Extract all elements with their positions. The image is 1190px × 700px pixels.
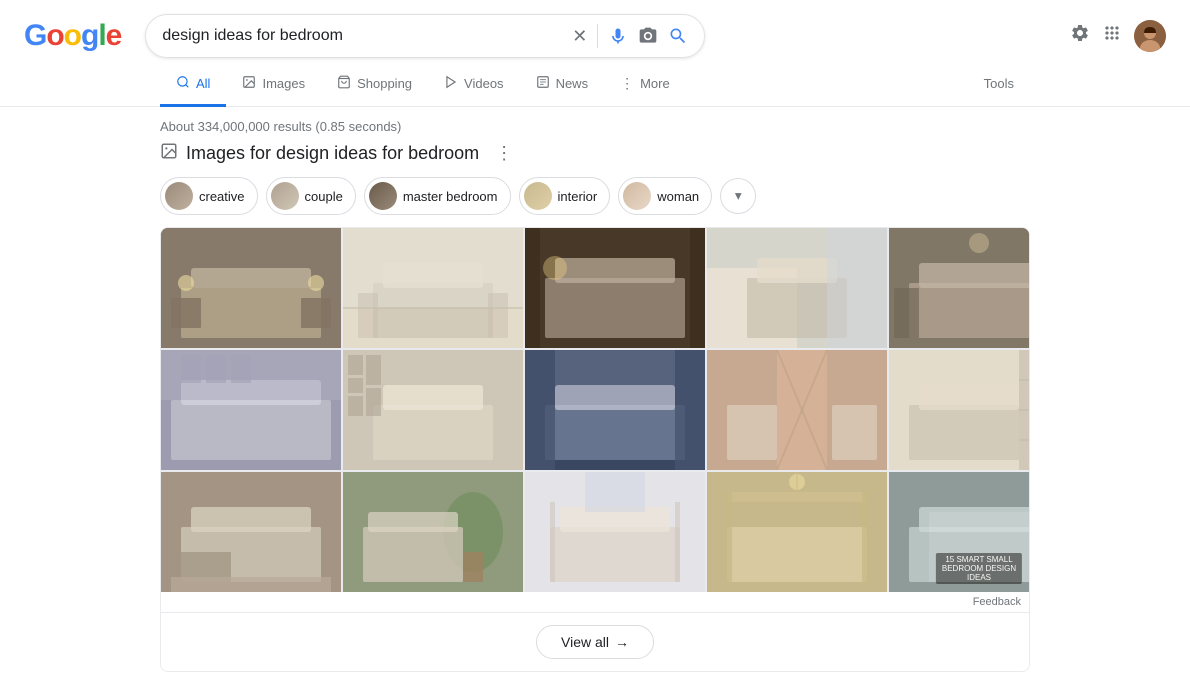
bedroom-image-1[interactable] xyxy=(161,228,341,348)
images-header-icon xyxy=(160,142,178,165)
chip-woman-img xyxy=(623,182,651,210)
chip-interior-label: interior xyxy=(558,189,598,204)
chip-master-label: master bedroom xyxy=(403,189,498,204)
search-icons: ✕ xyxy=(572,24,688,48)
chip-interior[interactable]: interior xyxy=(519,177,611,215)
logo-l: l xyxy=(98,19,105,52)
tab-news[interactable]: News xyxy=(520,63,605,107)
chip-master-bedroom-img xyxy=(369,182,397,210)
more-options-button[interactable]: ⋮ xyxy=(495,143,513,164)
images-title: Images for design ideas for bedroom xyxy=(186,143,479,164)
bedroom-image-11[interactable] xyxy=(161,472,341,592)
nav-tabs: All Images Shopping Videos News ⋮ More T… xyxy=(0,62,1190,107)
apps-button[interactable] xyxy=(1102,23,1122,49)
chip-creative-label: creative xyxy=(199,189,245,204)
results-count: About 334,000,000 results (0.85 seconds) xyxy=(160,119,401,134)
logo-o2: o xyxy=(64,19,81,52)
bedroom-image-9[interactable] xyxy=(707,350,887,470)
logo-g: G xyxy=(24,19,46,52)
search-input[interactable] xyxy=(162,27,564,45)
google-logo[interactable]: Google xyxy=(24,19,121,53)
bedroom-image-7[interactable] xyxy=(343,350,523,470)
bedroom-image-6[interactable] xyxy=(161,350,341,470)
header: Google ✕ xyxy=(0,0,1190,58)
bedroom-image-13[interactable] xyxy=(525,472,705,592)
bedroom-image-15[interactable]: 15 SMART SMALLBEDROOM DESIGNIDEAS xyxy=(889,472,1030,592)
image-overlay-text: 15 SMART SMALLBEDROOM DESIGNIDEAS xyxy=(936,553,1022,584)
voice-search-button[interactable] xyxy=(608,26,628,46)
filter-chips: creative couple master bedroom interior … xyxy=(160,177,1030,215)
tab-images[interactable]: Images xyxy=(226,63,321,107)
settings-button[interactable] xyxy=(1070,23,1090,49)
search-button[interactable] xyxy=(668,26,688,46)
bedroom-image-10[interactable] xyxy=(889,350,1030,470)
tab-shopping[interactable]: Shopping xyxy=(321,63,428,107)
chip-couple-img xyxy=(271,182,299,210)
image-search-button[interactable] xyxy=(638,26,658,46)
chip-couple-label: couple xyxy=(305,189,343,204)
logo-e: e xyxy=(106,19,122,52)
chip-master-bedroom[interactable]: master bedroom xyxy=(364,177,511,215)
tools-button[interactable]: Tools xyxy=(968,64,1030,106)
more-dots-icon: ⋮ xyxy=(620,75,634,92)
search-bar: ✕ xyxy=(145,14,705,58)
expand-chips-button[interactable]: ▾ xyxy=(720,178,756,214)
tab-shopping-label: Shopping xyxy=(357,76,412,91)
bedroom-image-3[interactable] xyxy=(525,228,705,348)
bedroom-image-8[interactable] xyxy=(525,350,705,470)
tab-news-label: News xyxy=(556,76,589,91)
tab-videos-label: Videos xyxy=(464,76,504,91)
tab-more-label: More xyxy=(640,76,670,91)
chip-couple[interactable]: couple xyxy=(266,177,356,215)
feedback-label[interactable]: Feedback xyxy=(973,596,1021,608)
avatar[interactable] xyxy=(1134,20,1166,52)
logo-g2: g xyxy=(81,19,98,52)
images-header: Images for design ideas for bedroom ⋮ xyxy=(160,142,1030,165)
tab-all-label: All xyxy=(196,76,210,91)
images-icon xyxy=(242,75,256,92)
results-info: About 334,000,000 results (0.85 seconds) xyxy=(0,107,1190,142)
bedroom-image-2[interactable] xyxy=(343,228,523,348)
feedback-row: Feedback xyxy=(161,592,1029,612)
bedroom-image-14[interactable] xyxy=(707,472,887,592)
tab-more[interactable]: ⋮ More xyxy=(604,63,686,107)
tab-images-label: Images xyxy=(262,76,305,91)
shopping-icon xyxy=(337,75,351,92)
image-grid: 15 SMART SMALLBEDROOM DESIGNIDEAS xyxy=(161,228,1029,592)
chip-creative-img xyxy=(165,182,193,210)
chip-creative[interactable]: creative xyxy=(160,177,258,215)
view-all-row: View all → xyxy=(161,612,1029,671)
tools-label: Tools xyxy=(984,76,1014,91)
news-icon xyxy=(536,75,550,92)
search-separator xyxy=(597,24,598,48)
tab-all[interactable]: All xyxy=(160,63,226,107)
header-right xyxy=(1070,20,1166,52)
view-all-arrow: → xyxy=(615,634,629,650)
tab-videos[interactable]: Videos xyxy=(428,63,520,107)
image-grid-container: 15 SMART SMALLBEDROOM DESIGNIDEAS Feedba… xyxy=(160,227,1030,672)
clear-button[interactable]: ✕ xyxy=(572,26,587,47)
all-icon xyxy=(176,75,190,92)
chip-interior-img xyxy=(524,182,552,210)
logo-o1: o xyxy=(46,19,63,52)
view-all-label: View all xyxy=(561,634,609,650)
chip-woman-label: woman xyxy=(657,189,699,204)
chip-woman[interactable]: woman xyxy=(618,177,712,215)
bedroom-image-4[interactable] xyxy=(707,228,887,348)
bedroom-image-12[interactable] xyxy=(343,472,523,592)
videos-icon xyxy=(444,75,458,92)
view-all-button[interactable]: View all → xyxy=(536,625,654,659)
images-section: Images for design ideas for bedroom ⋮ cr… xyxy=(0,142,1190,672)
bedroom-image-5[interactable] xyxy=(889,228,1030,348)
